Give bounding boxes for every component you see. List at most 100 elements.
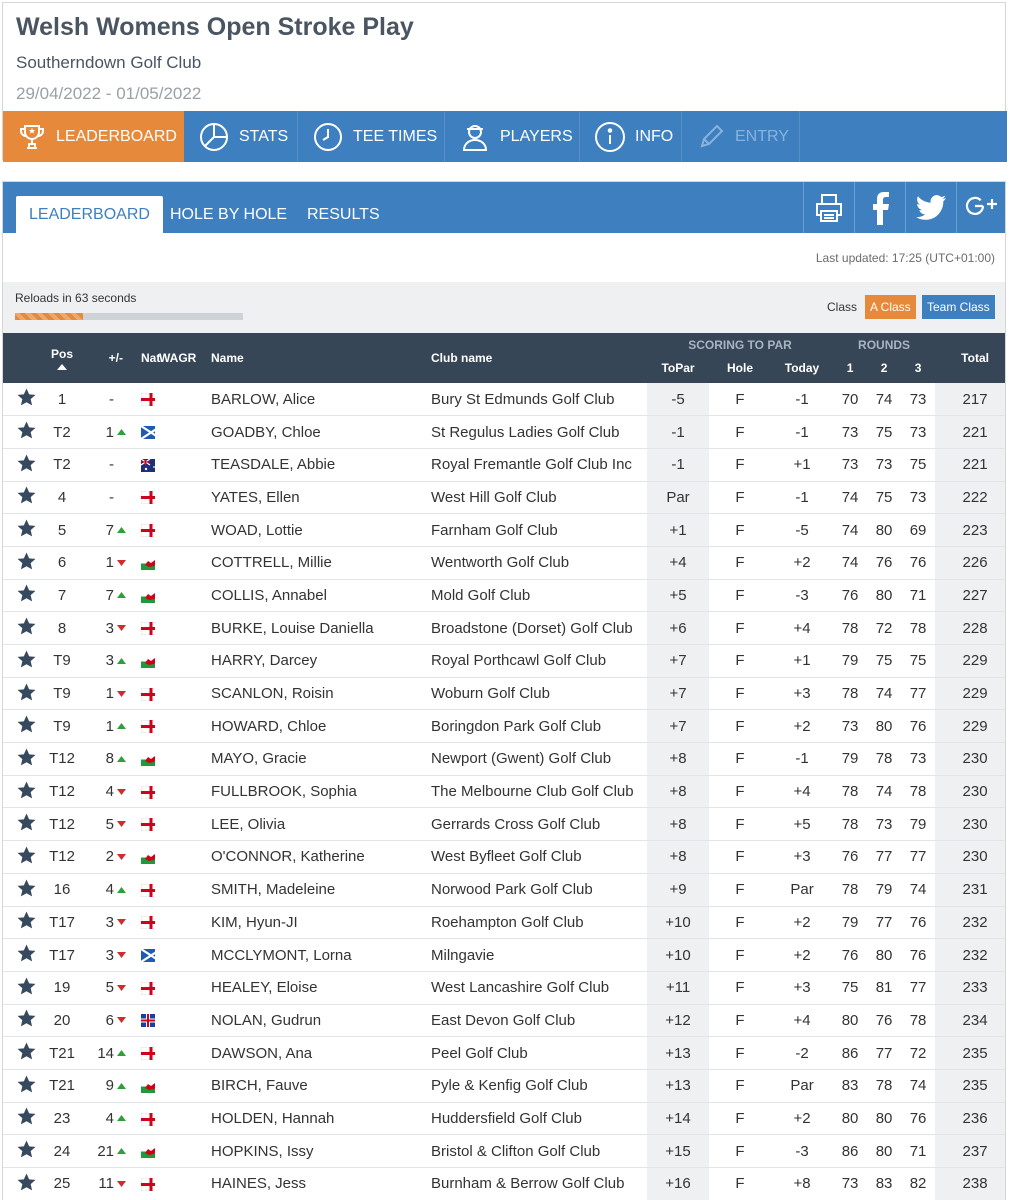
favourite-star-icon[interactable]	[17, 944, 36, 962]
favourite-star-icon[interactable]	[17, 715, 36, 733]
favourite-cell[interactable]	[3, 1004, 49, 1038]
favourite-cell[interactable]	[3, 938, 49, 972]
favourite-cell[interactable]	[3, 383, 49, 417]
table-row[interactable]: T17 3 MCCLYMONT, Lorna Milngavie +10 F +2 76 80 7…	[3, 938, 1005, 972]
player-name[interactable]: SMITH, Madeleine	[207, 873, 427, 907]
player-name[interactable]: SCANLON, Roisin	[207, 677, 427, 711]
player-name[interactable]: MCCLYMONT, Lorna	[207, 938, 427, 972]
table-row[interactable]: 4- YATES, Ellen West Hill Golf Club Par F -1 7…	[3, 481, 1005, 515]
player-name[interactable]: MAYO, Gracie	[207, 742, 427, 776]
class-team-button[interactable]: Team Class	[922, 295, 995, 319]
favourite-star-icon[interactable]	[17, 1173, 36, 1191]
player-name[interactable]: BIRCH, Fauve	[207, 1069, 427, 1103]
player-name[interactable]: TEASDALE, Abbie	[207, 448, 427, 482]
player-name[interactable]: COLLIS, Annabel	[207, 579, 427, 613]
player-name[interactable]: LEE, Olivia	[207, 807, 427, 842]
favourite-cell[interactable]	[3, 644, 49, 678]
player-name[interactable]: HAINES, Jess	[207, 1167, 427, 1200]
player-name[interactable]: KIM, Hyun-JI	[207, 906, 427, 940]
facebook-button[interactable]	[854, 182, 904, 233]
nav-stats[interactable]: STATS	[184, 111, 298, 162]
table-row[interactable]: 16 4 SMITH, Madeleine Norwood Park Golf Clu…	[3, 873, 1005, 907]
favourite-star-icon[interactable]	[17, 486, 36, 504]
favourite-cell[interactable]	[3, 906, 49, 940]
favourite-star-icon[interactable]	[17, 617, 36, 635]
favourite-cell[interactable]	[3, 807, 49, 842]
favourite-cell[interactable]	[3, 611, 49, 645]
twitter-button[interactable]	[905, 182, 955, 233]
favourite-cell[interactable]	[3, 579, 49, 613]
table-row[interactable]: 25 11 HAINES, Jess Burnham & Berrow Golf Cl…	[3, 1167, 1005, 1200]
player-name[interactable]: HOPKINS, Issy	[207, 1134, 427, 1168]
favourite-star-icon[interactable]	[17, 421, 36, 439]
table-row[interactable]: 6 1 COTTRELL, Millie Wentworth Golf Club +4 F…	[3, 546, 1005, 580]
favourite-cell[interactable]	[3, 1069, 49, 1103]
player-name[interactable]: BARLOW, Alice	[207, 383, 427, 417]
table-row[interactable]: T9 1 HOWARD, Chloe Boringdon Park Golf Club…	[3, 709, 1005, 744]
favourite-cell[interactable]	[3, 513, 49, 547]
table-row[interactable]: T21 14 DAWSON, Ana Peel Golf Club +13 F -2 86 77…	[3, 1036, 1005, 1070]
nav-tee-times[interactable]: TEE TIMES	[298, 111, 445, 162]
favourite-star-icon[interactable]	[17, 388, 36, 406]
favourite-star-icon[interactable]	[17, 552, 36, 570]
player-name[interactable]: HOWARD, Chloe	[207, 709, 427, 744]
tab-results[interactable]: RESULTS	[294, 196, 393, 233]
table-row[interactable]: 7 7 COLLIS, Annabel Mold Golf Club +5 F -3 76 80…	[3, 579, 1005, 613]
nav-leaderboard[interactable]: LEADERBOARD	[3, 111, 184, 162]
table-row[interactable]: T12 2 O'CONNOR, Katherine West Byfleet Golf…	[3, 840, 1005, 874]
player-name[interactable]: GOADBY, Chloe	[207, 415, 427, 449]
player-name[interactable]: HOLDEN, Hannah	[207, 1102, 427, 1136]
favourite-cell[interactable]	[3, 1036, 49, 1070]
favourite-cell[interactable]	[3, 775, 49, 809]
favourite-cell[interactable]	[3, 709, 49, 744]
favourite-star-icon[interactable]	[17, 454, 36, 472]
table-row[interactable]: 23 4 HOLDEN, Hannah Huddersfield Golf Club +…	[3, 1102, 1005, 1136]
player-name[interactable]: WOAD, Lottie	[207, 513, 427, 547]
favourite-star-icon[interactable]	[17, 683, 36, 701]
header-pos[interactable]: Pos	[49, 333, 75, 383]
table-row[interactable]: T12 8 MAYO, Gracie Newport (Gwent) Golf Clu…	[3, 742, 1005, 776]
print-button[interactable]	[803, 182, 853, 233]
favourite-star-icon[interactable]	[17, 977, 36, 995]
player-name[interactable]: COTTRELL, Millie	[207, 546, 427, 580]
player-name[interactable]: NOLAN, Gudrun	[207, 1004, 427, 1038]
table-row[interactable]: 24 21 HOPKINS, Issy Bristol & Clifton Golf …	[3, 1134, 1005, 1168]
favourite-cell[interactable]	[3, 742, 49, 776]
player-name[interactable]: O'CONNOR, Katherine	[207, 840, 427, 874]
player-name[interactable]: HARRY, Darcey	[207, 644, 427, 678]
favourite-star-icon[interactable]	[17, 748, 36, 766]
table-row[interactable]: T2 - TEASDALE, Abbie Royal Fremantle Golf C…	[3, 448, 1005, 482]
player-name[interactable]: BURKE, Louise Daniella	[207, 611, 427, 645]
class-a-button[interactable]: A Class	[865, 295, 916, 319]
nav-players[interactable]: PLAYERS	[445, 111, 580, 162]
table-row[interactable]: T17 3 KIM, Hyun-JI Roehampton Golf Club +10 F…	[3, 906, 1005, 940]
player-name[interactable]: DAWSON, Ana	[207, 1036, 427, 1070]
player-name[interactable]: FULLBROOK, Sophia	[207, 775, 427, 809]
favourite-cell[interactable]	[3, 1134, 49, 1168]
favourite-cell[interactable]	[3, 546, 49, 580]
favourite-cell[interactable]	[3, 415, 49, 449]
favourite-cell[interactable]	[3, 873, 49, 907]
favourite-cell[interactable]	[3, 677, 49, 711]
favourite-cell[interactable]	[3, 448, 49, 482]
favourite-cell[interactable]	[3, 971, 49, 1005]
nav-info[interactable]: INFO	[580, 111, 682, 162]
favourite-star-icon[interactable]	[17, 879, 36, 897]
favourite-star-icon[interactable]	[17, 911, 36, 929]
table-row[interactable]: T2 1 GOADBY, Chloe St Regulus Ladies Golf C…	[3, 415, 1005, 449]
favourite-cell[interactable]	[3, 481, 49, 515]
favourite-star-icon[interactable]	[17, 781, 36, 799]
table-row[interactable]: 20 6 NOLAN, Gudrun East Devon Golf Club +12 F…	[3, 1004, 1005, 1038]
nav-entry[interactable]: ENTRY	[682, 111, 800, 162]
favourite-star-icon[interactable]	[17, 1075, 36, 1093]
favourite-star-icon[interactable]	[17, 846, 36, 864]
favourite-cell[interactable]	[3, 840, 49, 874]
table-row[interactable]: 19 5 HEALEY, Eloise West Lancashire Golf Cl…	[3, 971, 1005, 1005]
favourite-star-icon[interactable]	[17, 813, 36, 831]
favourite-cell[interactable]	[3, 1102, 49, 1136]
favourite-star-icon[interactable]	[17, 1107, 36, 1125]
favourite-star-icon[interactable]	[17, 1140, 36, 1158]
table-row[interactable]: T12 4 FULLBROOK, Sophia The Melbourne Club …	[3, 775, 1005, 809]
google-plus-button[interactable]	[956, 182, 1005, 233]
favourite-star-icon[interactable]	[17, 1009, 36, 1027]
